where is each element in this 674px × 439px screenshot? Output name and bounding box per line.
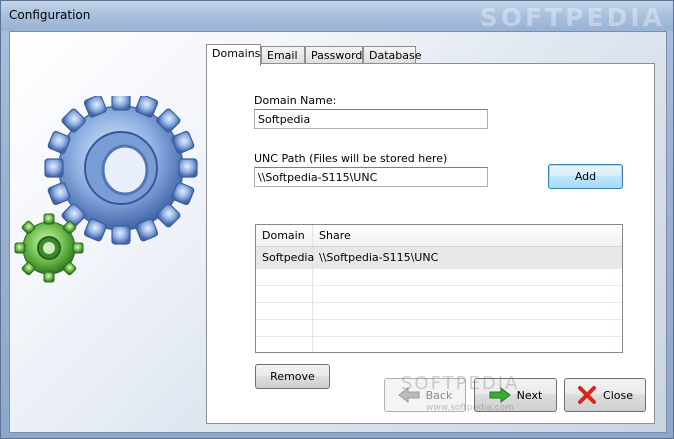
title-bar[interactable]: Configuration SOFTPEDIA — [1, 1, 673, 32]
column-header-share[interactable]: Share — [313, 225, 622, 246]
gears-illustration-icon — [14, 96, 198, 283]
tab-domains[interactable]: Domains — [206, 44, 261, 66]
table-row[interactable]: Softpedia \\Softpedia-S115\UNC — [256, 247, 622, 269]
next-arrow-icon — [489, 387, 511, 403]
empty-row — [256, 269, 622, 286]
cell-share: \\Softpedia-S115\UNC — [319, 251, 439, 264]
close-button-label: Close — [603, 388, 633, 402]
column-header-domain[interactable]: Domain — [256, 225, 313, 246]
unc-path-label: UNC Path (Files will be stored here) — [254, 152, 448, 165]
add-button-label: Add — [574, 170, 597, 183]
window-title: Configuration — [9, 8, 91, 22]
close-x-icon — [578, 386, 597, 404]
next-button-label: Next — [516, 388, 543, 402]
domain-name-label: Domain Name: — [254, 94, 337, 107]
empty-row — [256, 320, 622, 337]
back-button-label: Back — [425, 388, 453, 402]
empty-row — [256, 337, 622, 352]
remove-button-label: Remove — [270, 370, 315, 383]
remove-button[interactable]: Remove — [255, 364, 330, 389]
table-header: Domain Share — [256, 225, 622, 247]
empty-row — [256, 303, 622, 320]
cell-domain: Softpedia — [256, 247, 314, 268]
back-arrow-icon — [397, 387, 420, 403]
unc-path-input[interactable]: \\Softpedia-S115\UNC — [254, 167, 488, 187]
empty-row — [256, 286, 622, 303]
configuration-window: Configuration SOFTPEDIA Domains Email Pa… — [0, 0, 674, 439]
add-button[interactable]: Add — [548, 164, 623, 189]
domains-table[interactable]: Domain Share Softpedia \\Softpedia-S115\… — [255, 224, 623, 353]
close-button[interactable]: Close — [564, 378, 646, 412]
domain-name-input[interactable]: Softpedia — [254, 109, 488, 129]
small-gear-icon — [14, 213, 84, 283]
next-button[interactable]: Next — [474, 378, 557, 412]
title-watermark: SOFTPEDIA — [479, 3, 665, 32]
back-button[interactable]: Back — [384, 378, 466, 412]
